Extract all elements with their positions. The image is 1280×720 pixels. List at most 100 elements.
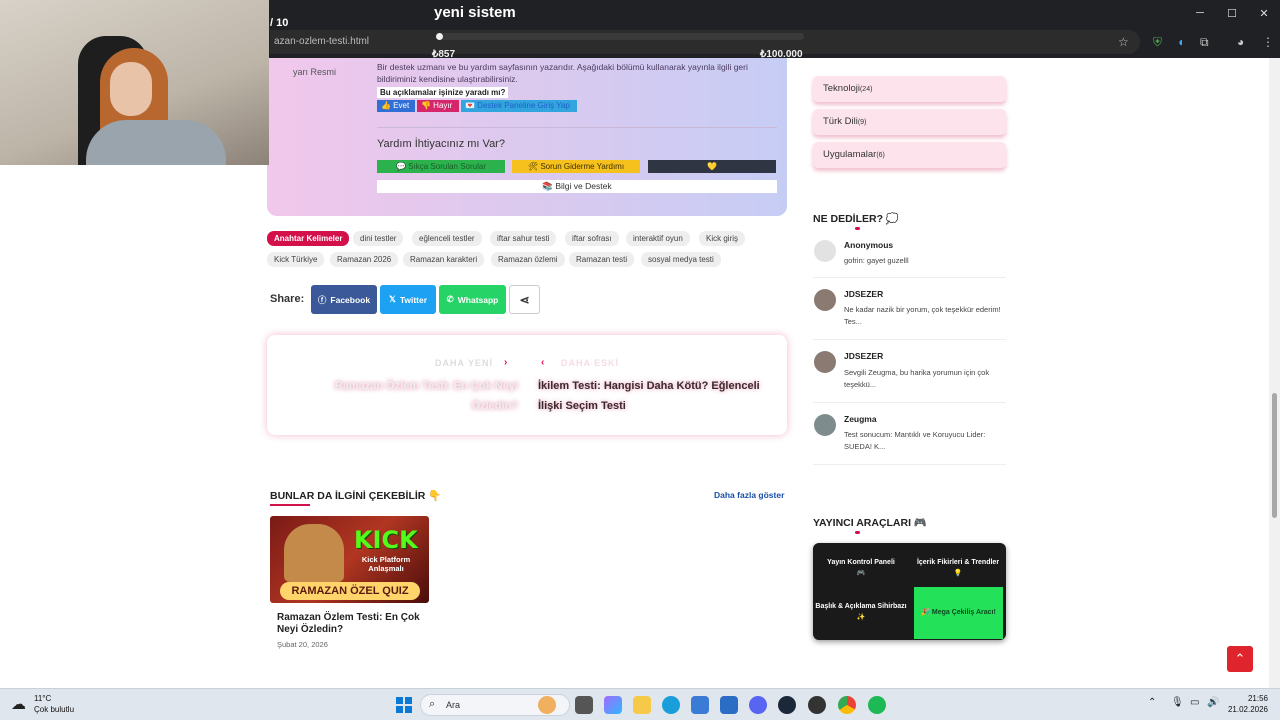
tool-label: İçerik Fikirleri & Trendler xyxy=(916,559,1000,566)
comment-author[interactable]: JDSEZER xyxy=(844,351,883,361)
divider xyxy=(813,339,1006,340)
extensions-icon[interactable]: ⧉ xyxy=(1200,35,1209,50)
faq-button[interactable]: 💬 Sıkça Sorulan Sorular xyxy=(377,160,505,173)
share-more-button[interactable]: ⋖ xyxy=(509,285,540,314)
comment-text[interactable]: Ne kadar nazik bir yorum, çok teşekkür e… xyxy=(844,304,1009,328)
edge-icon[interactable] xyxy=(662,696,680,714)
stream-title: yeni sistem xyxy=(434,4,516,21)
tag-item[interactable]: Ramazan özlemi xyxy=(491,252,565,267)
clock-date[interactable]: 21.02.2026 xyxy=(1222,705,1268,714)
star-icon[interactable]: ☆ xyxy=(1118,35,1129,49)
comment-author[interactable]: Anonymous xyxy=(844,240,893,250)
share-twitter-button[interactable]: 𝕏 Twitter xyxy=(380,285,436,314)
tag-item[interactable]: Kick Türkiye xyxy=(267,252,325,267)
steam-icon[interactable] xyxy=(778,696,796,714)
newer-post-link[interactable]: Ramazan Özlem Testi: En Çok Neyi Özledin… xyxy=(318,376,518,416)
menu-icon[interactable]: ⋮ xyxy=(1262,35,1274,49)
weather-temperature[interactable]: 11°C xyxy=(34,694,51,703)
share-whatsapp-button[interactable]: ✆ Whatsapp xyxy=(439,285,506,314)
newer-post-label[interactable]: DAHA YENİ xyxy=(435,358,493,368)
kick-logo: KICK xyxy=(354,526,418,554)
streamer-tools: Yayın Kontrol Paneli 🎮 İçerik Fikirleri … xyxy=(813,543,1006,640)
tag-item[interactable]: iftar sofrası xyxy=(565,231,619,246)
file-explorer-icon[interactable] xyxy=(633,696,651,714)
category-count: (9) xyxy=(857,119,867,126)
chevron-up-icon[interactable]: ⌃ xyxy=(1148,697,1156,708)
comment-text[interactable]: Sevgili Zeugma, bu harika yorumun için ç… xyxy=(844,367,1009,391)
shield-icon[interactable]: ⛨ xyxy=(1153,35,1162,50)
tag-item[interactable]: Kick giriş xyxy=(699,231,746,246)
comment-author[interactable]: JDSEZER xyxy=(844,289,883,299)
close-icon[interactable]: ✕ xyxy=(1248,0,1280,26)
related-card-date: Şubat 20, 2026 xyxy=(277,640,328,649)
related-card-title[interactable]: Ramazan Özlem Testi: En Çok Neyi Özledin… xyxy=(277,612,425,636)
clock-time[interactable]: 21:56 xyxy=(1240,694,1268,703)
mega-raffle-button[interactable]: 🎉 Mega Çekiliş Aracı! xyxy=(914,587,1003,639)
weather-condition[interactable]: Çok bulutlu xyxy=(34,705,74,714)
share-facebook-button[interactable]: ⓕ Facebook xyxy=(311,285,377,314)
tag-item[interactable]: sosyal medya testi xyxy=(641,252,721,267)
support-heart-button[interactable]: 💛 xyxy=(648,160,776,173)
discord-icon[interactable] xyxy=(749,696,767,714)
widget-icon[interactable] xyxy=(538,696,556,714)
taskbar: ☁ 11°C Çok bulutlu ⌕ Ara ⌃ 🎙 ▭ 🔊 21:56 2… xyxy=(0,688,1280,720)
chrome-icon[interactable] xyxy=(838,696,856,714)
feedback-no-button[interactable]: 👎 Hayır xyxy=(417,100,459,112)
streamer-body xyxy=(86,120,226,165)
microphone-icon[interactable]: 🎙 xyxy=(1171,697,1184,708)
tag-item[interactable]: iftar sahur testi xyxy=(490,231,557,246)
profile-icon[interactable]: ◕ xyxy=(1237,35,1244,49)
gamepad-icon: 🎮 xyxy=(856,570,866,577)
show-more-link[interactable]: Daha fazla göster xyxy=(714,490,784,500)
help-title: Yardım İhtiyacınız mı Var? xyxy=(377,138,505,150)
tag-item[interactable]: Ramazan karakteri xyxy=(403,252,485,267)
feedback-yes-button[interactable]: 👍 Evet xyxy=(377,100,415,112)
tag-item[interactable]: interaktif oyun xyxy=(626,231,690,246)
spotify-icon[interactable] xyxy=(868,696,886,714)
category-teknoloji[interactable]: Teknoloji(24) xyxy=(813,76,1006,102)
tag-item[interactable]: Ramazan testi xyxy=(569,252,635,267)
cloud-icon[interactable]: ☁ xyxy=(11,695,26,713)
store-icon[interactable] xyxy=(691,696,709,714)
maximize-icon[interactable]: ☐ xyxy=(1216,0,1248,26)
category-uygulamalar[interactable]: Uygulamalar(6) xyxy=(813,142,1006,168)
support-panel-login-button[interactable]: 💌 Destek Paneline Giriş Yap xyxy=(461,100,577,112)
minimize-icon[interactable]: ─ xyxy=(1184,0,1216,26)
info-support-button[interactable]: 📚 Bilgi ve Destek xyxy=(377,180,777,193)
monitor-icon[interactable]: ▭ xyxy=(1190,697,1199,708)
title-wizard-button[interactable]: Başlık & Açıklama Sihirbazı ✨ xyxy=(813,601,909,623)
troubleshoot-button[interactable]: 🛠 Sorun Giderme Yardımı xyxy=(512,160,640,173)
obs-icon[interactable] xyxy=(808,696,826,714)
scrollbar[interactable] xyxy=(1269,58,1280,688)
category-turk-dili[interactable]: Türk Dili(9) xyxy=(813,109,1006,135)
content-ideas-button[interactable]: İçerik Fikirleri & Trendler 💡 xyxy=(910,557,1006,579)
older-post-label[interactable]: DAHA ESKİ xyxy=(561,358,619,368)
kick-subtitle: Kick Platform Anlaşmalı xyxy=(361,555,411,573)
comment-text[interactable]: gofrin: gayet guzelll xyxy=(844,255,1009,267)
chevron-right-icon[interactable]: › xyxy=(504,357,507,368)
copilot-icon[interactable] xyxy=(604,696,622,714)
donation-goal-fill xyxy=(436,33,443,40)
category-count: (6) xyxy=(876,152,885,159)
tag-item[interactable]: Ramazan 2026 xyxy=(330,252,399,267)
share-icon: ⋖ xyxy=(519,292,530,307)
tag-item[interactable]: eğlenceli testler xyxy=(412,231,482,246)
scroll-to-top-button[interactable]: ⌃ xyxy=(1227,646,1253,672)
speaker-icon[interactable]: 🔊 xyxy=(1207,697,1219,708)
stream-control-panel-button[interactable]: Yayın Kontrol Paneli 🎮 xyxy=(813,557,909,579)
tools-title: YAYINCI ARAÇLARI 🎮 xyxy=(813,517,928,529)
chevron-left-icon[interactable]: ‹ xyxy=(541,357,544,368)
task-view-icon[interactable] xyxy=(575,696,593,714)
comment-text[interactable]: Test sonucum: Mantıklı ve Koruyucu Lider… xyxy=(844,429,1009,453)
avatar xyxy=(814,289,836,311)
comment-author[interactable]: Zeugma xyxy=(844,414,877,424)
older-post-link[interactable]: İkilem Testi: Hangisi Daha Kötü? Eğlence… xyxy=(538,376,768,416)
mail-icon[interactable] xyxy=(720,696,738,714)
related-card-thumbnail[interactable]: KICK Kick Platform Anlaşmalı RAMAZAN ÖZE… xyxy=(270,516,429,603)
windows-start-icon[interactable] xyxy=(396,697,412,713)
audio-icon[interactable]: ◖ xyxy=(1177,35,1184,49)
scrollbar-thumb[interactable] xyxy=(1272,393,1277,518)
related-title: BUNLAR DA İLGİNİ ÇEKEBİLİR 👇 xyxy=(270,490,442,502)
tag-item[interactable]: dini testler xyxy=(353,231,404,246)
avatar xyxy=(814,414,836,436)
